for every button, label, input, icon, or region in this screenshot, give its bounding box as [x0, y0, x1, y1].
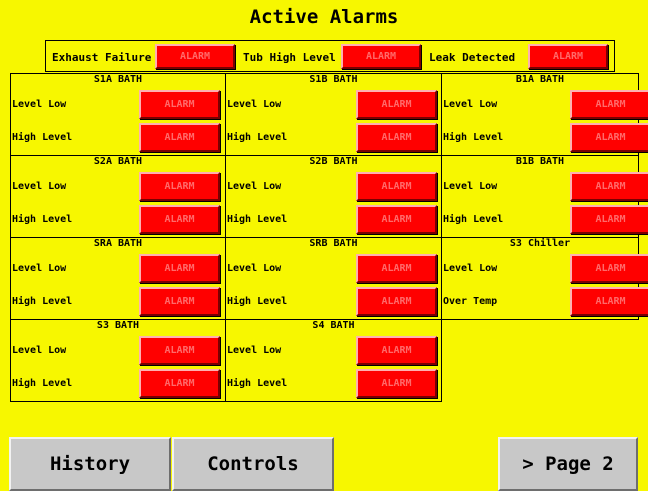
panel-title: B1A BATH — [515, 74, 565, 85]
panel-title: S4 BATH — [312, 320, 355, 331]
s2a-bath-high-level-alarm-button[interactable]: ALARM — [139, 205, 220, 234]
b1a-bath-level-low-alarm-button[interactable]: ALARM — [570, 90, 648, 119]
row-label: Level Low — [12, 181, 67, 192]
panel-s3-chiller: S3 Chiller Level Low ALARM Over Temp ALARM — [441, 237, 648, 320]
s1b-bath-level-low-alarm-button[interactable]: ALARM — [356, 90, 437, 119]
row-label: High Level — [12, 132, 73, 143]
panel-title: S2A BATH — [93, 156, 143, 167]
panel-srb-bath: SRB BATH Level Low ALARM High Level ALARM — [225, 237, 442, 320]
row-label: High Level — [443, 132, 504, 143]
s4-bath-level-low-alarm-button[interactable]: ALARM — [356, 336, 437, 365]
s2b-bath-level-low-alarm-button[interactable]: ALARM — [356, 172, 437, 201]
s2a-bath-level-low-alarm-button[interactable]: ALARM — [139, 172, 220, 201]
panel-s1a-bath: S1A BATH Level Low ALARM High Level ALARM — [10, 73, 226, 156]
s1a-bath-level-low-alarm-button[interactable]: ALARM — [139, 90, 220, 119]
panel-s3-bath: S3 BATH Level Low ALARM High Level ALARM — [10, 319, 226, 402]
s2b-bath-high-level-alarm-button[interactable]: ALARM — [356, 205, 437, 234]
row-label: High Level — [12, 296, 73, 307]
sra-bath-level-low-alarm-button[interactable]: ALARM — [139, 254, 220, 283]
page-2-button[interactable]: > Page 2 — [498, 437, 638, 491]
panel-sra-bath: SRA BATH Level Low ALARM High Level ALARM — [10, 237, 226, 320]
row-label: Over Temp — [443, 296, 498, 307]
tub-high-level-label: Tub High Level — [243, 51, 336, 64]
row-label: Level Low — [227, 181, 282, 192]
panel-title: S1B BATH — [309, 74, 358, 85]
row-label: High Level — [12, 214, 73, 225]
panel-b1b-bath: B1B BATH Level Low ALARM High Level ALARM — [441, 155, 648, 238]
row-label: High Level — [443, 214, 504, 225]
b1b-bath-high-level-alarm-button[interactable]: ALARM — [570, 205, 648, 234]
panel-title: B1B BATH — [515, 156, 565, 167]
panel-title: S3 BATH — [96, 320, 140, 331]
leak-detected-label: Leak Detected — [429, 51, 516, 64]
s3-bath-level-low-alarm-button[interactable]: ALARM — [139, 336, 220, 365]
srb-bath-level-low-alarm-button[interactable]: ALARM — [356, 254, 437, 283]
s1a-bath-high-level-alarm-button[interactable]: ALARM — [139, 123, 220, 152]
row-label: High Level — [227, 378, 288, 389]
exhaust-failure-label: Exhaust Failure — [52, 51, 152, 64]
global-alarms-bar: Exhaust Failure ALARM Tub High Level ALA… — [45, 40, 615, 72]
b1b-bath-level-low-alarm-button[interactable]: ALARM — [570, 172, 648, 201]
panel-s2a-bath: S2A BATH Level Low ALARM High Level ALARM — [10, 155, 226, 238]
row-label: Level Low — [227, 345, 282, 356]
panel-title: SRB BATH — [309, 238, 358, 249]
s3-bath-high-level-alarm-button[interactable]: ALARM — [139, 369, 220, 398]
history-button[interactable]: History — [9, 437, 171, 491]
panel-s4-bath: S4 BATH Level Low ALARM High Level ALARM — [225, 319, 442, 402]
sra-bath-high-level-alarm-button[interactable]: ALARM — [139, 287, 220, 316]
panel-b1a-bath: B1A BATH Level Low ALARM High Level ALARM — [441, 73, 648, 156]
panel-s1b-bath: S1B BATH Level Low ALARM High Level ALARM — [225, 73, 442, 156]
controls-button[interactable]: Controls — [172, 437, 334, 491]
page-title: Active Alarms — [249, 6, 399, 28]
row-label: Level Low — [443, 181, 498, 192]
panel-title: S1A BATH — [93, 74, 143, 85]
row-label: Level Low — [227, 99, 282, 110]
s1b-bath-high-level-alarm-button[interactable]: ALARM — [356, 123, 437, 152]
row-label: Level Low — [12, 263, 67, 274]
row-label: Level Low — [443, 99, 498, 110]
s3-chiller-over-temp-alarm-button[interactable]: ALARM — [570, 287, 648, 316]
s4-bath-high-level-alarm-button[interactable]: ALARM — [356, 369, 437, 398]
row-label: Level Low — [443, 263, 498, 274]
row-label: High Level — [227, 296, 288, 307]
s3-chiller-level-low-alarm-button[interactable]: ALARM — [570, 254, 648, 283]
panel-title: S3 Chiller — [509, 238, 571, 249]
panel-s2b-bath: S2B BATH Level Low ALARM High Level ALARM — [225, 155, 442, 238]
row-label: High Level — [227, 132, 288, 143]
b1a-bath-high-level-alarm-button[interactable]: ALARM — [570, 123, 648, 152]
row-label: High Level — [12, 378, 73, 389]
row-label: Level Low — [12, 99, 67, 110]
exhaust-failure-alarm-button[interactable]: ALARM — [155, 44, 235, 69]
row-label: Level Low — [12, 345, 67, 356]
srb-bath-high-level-alarm-button[interactable]: ALARM — [356, 287, 437, 316]
row-label: High Level — [227, 214, 288, 225]
tub-high-level-alarm-button[interactable]: ALARM — [341, 44, 421, 69]
panel-title: S2B BATH — [309, 156, 358, 167]
panel-title: SRA BATH — [93, 238, 143, 249]
row-label: Level Low — [227, 263, 282, 274]
leak-detected-alarm-button[interactable]: ALARM — [528, 44, 608, 69]
